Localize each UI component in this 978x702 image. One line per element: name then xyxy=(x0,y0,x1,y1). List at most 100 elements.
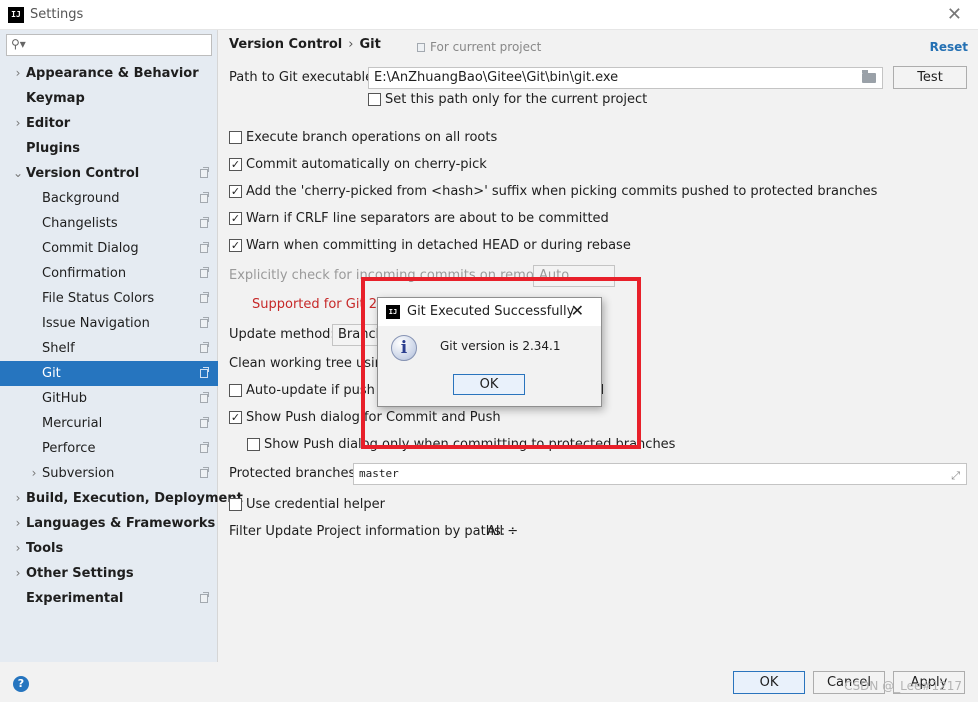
sidebar-item-label: Plugins xyxy=(26,141,80,156)
sidebar-item-label: File Status Colors xyxy=(42,291,155,306)
warn-crlf-checkbox[interactable]: ✓ xyxy=(229,212,242,225)
sidebar-item-issue-navigation[interactable]: Issue Navigation xyxy=(0,311,218,336)
sidebar-item-subversion[interactable]: › Subversion xyxy=(0,461,218,486)
dialog-titlebar: IJ Git Executed Successfully ✕ xyxy=(378,298,601,326)
protected-branches-input[interactable]: master ⤢ xyxy=(353,463,967,485)
window-titlebar: IJ Settings ✕ xyxy=(0,0,978,30)
dialog-ok-button[interactable]: OK xyxy=(453,374,525,395)
branch-ops-checkbox[interactable] xyxy=(229,131,242,144)
sidebar-item-label: Mercurial xyxy=(42,416,103,431)
filter-paths-dropdown[interactable]: All ÷ xyxy=(487,524,518,539)
project-scope-icon xyxy=(200,317,209,328)
project-scope-icon xyxy=(200,242,209,253)
search-input[interactable] xyxy=(31,36,207,54)
browse-folder-icon[interactable] xyxy=(862,70,876,83)
sidebar-item-mercurial[interactable]: Mercurial xyxy=(0,411,218,436)
sidebar-item-label: Keymap xyxy=(26,91,85,106)
sidebar-item-label: Other Settings xyxy=(26,566,134,581)
reset-link[interactable]: Reset xyxy=(930,40,968,54)
sidebar-item-experimental[interactable]: Experimental xyxy=(0,586,218,611)
sidebar-item-languages-frameworks[interactable]: › Languages & Frameworks xyxy=(0,511,218,536)
sidebar-item-editor[interactable]: › Editor xyxy=(0,111,218,136)
dialog-close-icon[interactable]: ✕ xyxy=(571,301,584,320)
dialog-message: Git version is 2.34.1 xyxy=(440,339,561,353)
sidebar-item-confirmation[interactable]: Confirmation xyxy=(0,261,218,286)
credential-helper-checkbox[interactable] xyxy=(229,498,242,511)
sidebar-item-appearance-behavior[interactable]: › Appearance & Behavior xyxy=(0,61,218,86)
close-window-icon[interactable]: ✕ xyxy=(947,4,962,25)
test-button[interactable]: Test xyxy=(893,66,967,89)
sidebar-item-label: Confirmation xyxy=(42,266,127,281)
chevron-right-icon[interactable]: › xyxy=(28,461,40,486)
git-path-label: Path to Git executable: xyxy=(229,70,378,85)
sidebar-item-commit-dialog[interactable]: Commit Dialog xyxy=(0,236,218,261)
sidebar-item-other-settings[interactable]: › Other Settings xyxy=(0,561,218,586)
project-scope-icon xyxy=(200,217,209,228)
sidebar-item-git[interactable]: Git xyxy=(0,361,218,386)
breadcrumb-separator: › xyxy=(348,37,354,52)
update-method-label: Update method: xyxy=(229,327,335,342)
sidebar-item-perforce[interactable]: Perforce xyxy=(0,436,218,461)
sidebar-item-label: Commit Dialog xyxy=(42,241,139,256)
commit-cherry-checkbox[interactable]: ✓ xyxy=(229,158,242,171)
watermark: CSDN @_Lee#1217 xyxy=(844,679,962,693)
settings-sidebar: ⚲▾ › Appearance & Behavior Keymap › Editor Pl… xyxy=(0,30,243,662)
explicit-check-dropdown[interactable]: Auto xyxy=(533,265,615,287)
ok-button[interactable]: OK xyxy=(733,671,805,694)
expand-field-icon[interactable]: ⤢ xyxy=(951,466,960,484)
sidebar-item-file-status-colors[interactable]: File Status Colors xyxy=(0,286,218,311)
sidebar-item-label: Perforce xyxy=(42,441,96,456)
explicit-check-label: Explicitly check for incoming commits on… xyxy=(229,268,559,283)
sidebar-item-changelists[interactable]: Changelists xyxy=(0,211,218,236)
sidebar-item-tools[interactable]: › Tools xyxy=(0,536,218,561)
chevron-right-icon[interactable]: › xyxy=(12,536,24,561)
cherry-suffix-checkbox[interactable]: ✓ xyxy=(229,185,242,198)
sidebar-item-version-control[interactable]: ⌄ Version Control xyxy=(0,161,218,186)
sidebar-item-label: Experimental xyxy=(26,591,124,606)
sidebar-item-label: Background xyxy=(42,191,120,206)
warn-detached-checkbox[interactable]: ✓ xyxy=(229,239,242,252)
sidebar-item-label: Changelists xyxy=(42,216,118,231)
show-push-protected-checkbox[interactable] xyxy=(247,438,260,451)
project-scope-icon xyxy=(200,442,209,453)
project-scope-icon xyxy=(200,392,209,403)
sidebar-item-build-execution-deployment[interactable]: › Build, Execution, Deployment xyxy=(0,486,243,511)
chevron-right-icon[interactable]: › xyxy=(12,561,24,586)
show-push-checkbox[interactable]: ✓ xyxy=(229,411,242,424)
supported-version-note: Supported for Git 2.9 xyxy=(252,297,390,312)
sidebar-item-label: Appearance & Behavior xyxy=(26,66,199,81)
chevron-right-icon[interactable]: › xyxy=(12,511,24,536)
project-only-checkbox[interactable] xyxy=(368,93,381,106)
project-scope-icon xyxy=(200,417,209,428)
git-success-dialog: IJ Git Executed Successfully ✕ i Git ver… xyxy=(377,297,602,407)
project-scope-icon xyxy=(200,167,209,178)
sidebar-item-label: Version Control xyxy=(26,166,140,181)
sidebar-item-label: GitHub xyxy=(42,391,88,406)
sidebar-item-github[interactable]: GitHub xyxy=(0,386,218,411)
sidebar-item-label: Build, Execution, Deployment xyxy=(26,491,243,506)
chevron-right-icon[interactable]: › xyxy=(12,486,24,511)
intellij-logo-icon: IJ xyxy=(386,305,400,319)
breadcrumb-version-control[interactable]: Version Control xyxy=(229,37,342,52)
sidebar-item-keymap[interactable]: Keymap xyxy=(0,86,218,111)
dialog-title: Git Executed Successfully xyxy=(407,304,575,319)
chevron-down-icon[interactable]: ⌄ xyxy=(12,161,24,186)
auto-update-checkbox[interactable] xyxy=(229,384,242,397)
chevron-right-icon[interactable]: › xyxy=(12,111,24,136)
sidebar-item-plugins[interactable]: Plugins xyxy=(0,136,218,161)
project-scope-icon xyxy=(200,267,209,278)
project-scope-icon xyxy=(200,592,209,603)
dialog-footer: ? OK Cancel Apply CSDN @_Lee#1217 xyxy=(0,662,978,702)
settings-tree: › Appearance & Behavior Keymap › Editor Plugi… xyxy=(0,61,243,611)
window-title: Settings xyxy=(30,7,84,22)
project-scope-icon xyxy=(417,43,425,52)
git-path-input[interactable]: E:\AnZhuangBao\Gitee\Git\bin\git.exe xyxy=(368,67,883,89)
help-icon[interactable]: ? xyxy=(13,676,29,692)
sidebar-item-background[interactable]: Background xyxy=(0,186,218,211)
sidebar-item-shelf[interactable]: Shelf xyxy=(0,336,218,361)
chevron-right-icon[interactable]: › xyxy=(12,61,24,86)
settings-search[interactable]: ⚲▾ xyxy=(6,34,212,56)
breadcrumb-git: Git xyxy=(359,37,381,52)
breadcrumb: Version Control › Git xyxy=(229,37,381,52)
project-scope-icon xyxy=(200,342,209,353)
